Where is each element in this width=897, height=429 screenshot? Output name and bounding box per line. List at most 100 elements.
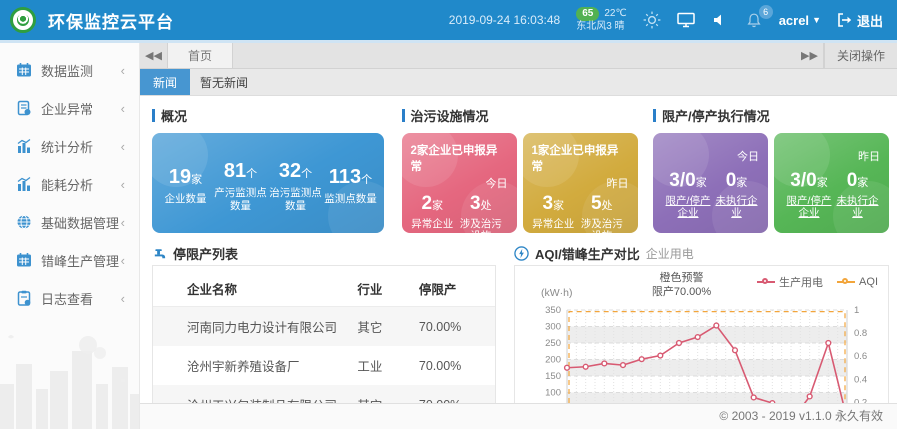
limit-card-today: 今日 3/0家限产/停产企业 0家未执行企业 [653, 133, 768, 233]
app-window: 环保监控云平台 2019-09-24 16:03:48 65 22℃ 东北风3 … [0, 0, 897, 429]
temperature: 22℃ [604, 8, 626, 20]
svg-text:0.4: 0.4 [854, 374, 867, 385]
limit-table-box: 企业名称 行业 停限产 河南同力电力设计有限公司 其它 [152, 265, 496, 403]
clipboard-icon [16, 290, 32, 306]
stat-monitor-points: 113个 监测点数量 [323, 165, 378, 206]
limit-percent-cell: 70.00% [413, 307, 495, 347]
bar-chart-icon [16, 138, 32, 154]
sidebar-item-energy-analysis[interactable]: 能耗分析 ‹ [0, 165, 139, 203]
condition: 晴 [615, 21, 625, 32]
section-title: 限产/停产执行情况 [662, 106, 770, 125]
production-power-chart[interactable]: 350 300 250 200 150 100 1 0.8 0.6 0.4 0.2 [529, 306, 875, 403]
limit-table: 企业名称 行业 停限产 河南同力电力设计有限公司 其它 [153, 270, 495, 403]
lightning-icon [514, 246, 529, 261]
section-marker [402, 109, 405, 122]
legend-item-aqi[interactable]: AQI [837, 274, 878, 290]
column-header: 企业名称 [153, 270, 351, 307]
legend-item-power[interactable]: 生产用电 [757, 274, 823, 290]
limit-list-panel: 停限产列表 企业名称 行业 停限产 [152, 241, 496, 403]
svg-text:150: 150 [545, 371, 561, 382]
industry-cell: 工业 [351, 346, 413, 385]
overview-card: 19家 企业数量 81个 产污监测点数量 32个 治污监测点数量 [152, 133, 384, 233]
notifications-bell-icon[interactable]: 6 [745, 11, 763, 29]
table-row[interactable]: 沧州宇新养殖设备厂 工业 70.00% [153, 346, 495, 385]
tab-bar: ◀◀ 首页 ▶▶ 关闭操作 [140, 43, 897, 69]
chevron-left-icon: ‹ [121, 253, 125, 268]
tab-home[interactable]: 首页 [168, 43, 233, 68]
speaker-icon[interactable] [711, 11, 729, 29]
copyright: © 2003 - 2019 v1.1.0 永久有效 [719, 409, 883, 423]
sidebar-nav: 数据监测 ‹ 企业异常 ‹ 统计分析 ‹ 能耗分析 ‹ 基础数据管理 ‹ [0, 43, 140, 429]
company-name-cell: 河南同力电力设计有限公司 [153, 307, 351, 347]
chart-legend: 生产用电 AQI [757, 274, 878, 290]
faucet-icon [152, 246, 167, 261]
svg-text:350: 350 [545, 306, 561, 316]
weather-widget: 65 22℃ 东北风3 晴 [576, 7, 626, 33]
svg-text:100: 100 [545, 388, 561, 399]
sidebar-item-base-data[interactable]: 基础数据管理 ‹ [0, 203, 139, 241]
datetime: 2019-09-24 16:03:48 [449, 13, 560, 27]
section-pollution-facilities: 治污设施情况 2家企业已申报异常 今日 2家异常企业 3处涉及治污设施 [402, 106, 644, 233]
section-title: 治污设施情况 [411, 106, 489, 125]
aqi-badge: 65 [576, 7, 599, 21]
pollution-card-yesterday: 1家企业已申报异常 昨日 3家异常企业 5处涉及治污设施 [523, 133, 638, 233]
bar-chart-icon [16, 176, 32, 192]
table-row[interactable]: 沧州天兴包装制品有限公司 其它 70.00% [153, 385, 495, 403]
sidebar-item-statistics[interactable]: 统计分析 ‹ [0, 127, 139, 165]
sidebar-item-label: 错峰生产管理 [41, 251, 119, 270]
svg-text:200: 200 [545, 355, 561, 366]
table-row[interactable]: 河南同力电力设计有限公司 其它 70.00% [153, 307, 495, 347]
user-menu[interactable]: acrel ▼ [779, 13, 821, 28]
section-overview: 概况 19家 企业数量 81个 产污监测点数量 32个 [152, 106, 392, 233]
limit-percent-cell: 70.00% [413, 346, 495, 385]
aqi-compare-panel: AQI/错峰生产对比 企业用电 橙色预警 限产70.00% (kW·h) 生产用… [514, 241, 889, 403]
logout-label: 退出 [857, 11, 883, 30]
panel-title: 停限产列表 [173, 244, 238, 263]
content-area: ◀◀ 首页 ▶▶ 关闭操作 新闻 暂无新闻 概况 19家 [140, 43, 897, 429]
industry-cell: 其它 [351, 307, 413, 347]
tabs-scroll-left-button[interactable]: ◀◀ [140, 43, 168, 68]
panel-title: AQI/错峰生产对比 [535, 244, 640, 263]
sidebar-item-label: 统计分析 [41, 137, 93, 156]
tabs-scroll-right-button[interactable]: ▶▶ [796, 43, 824, 68]
close-operations-label: 关闭操作 [837, 47, 885, 64]
chevron-left-icon: ‹ [121, 215, 125, 230]
tab-home-label: 首页 [188, 47, 212, 64]
tab-spacer [233, 43, 796, 68]
chevron-left-icon: ‹ [121, 63, 125, 78]
y-axis-unit-label: (kW·h) [541, 287, 573, 299]
sidebar-item-label: 基础数据管理 [41, 213, 119, 232]
sun-icon [643, 11, 661, 29]
chevron-down-icon: ▼ [812, 15, 821, 25]
svg-text:0.2: 0.2 [854, 397, 867, 403]
section-marker [653, 109, 656, 122]
sidebar-item-company-abnormal[interactable]: 企业异常 ‹ [0, 89, 139, 127]
sidebar-item-label: 能耗分析 [41, 175, 93, 194]
company-name-cell: 沧州天兴包装制品有限公司 [153, 385, 351, 403]
calendar-icon [16, 62, 32, 78]
svg-text:0.8: 0.8 [854, 328, 867, 339]
sidebar-item-label: 数据监测 [41, 61, 93, 80]
svg-text:1: 1 [854, 306, 859, 316]
svg-text:300: 300 [545, 322, 561, 333]
wind: 东北风3 [576, 21, 612, 32]
section-marker [152, 109, 155, 122]
sidebar-item-log-view[interactable]: 日志查看 ‹ [0, 279, 139, 317]
sidebar-item-label: 企业异常 [41, 99, 93, 118]
chevron-left-icon: ‹ [121, 139, 125, 154]
svg-text:250: 250 [545, 338, 561, 349]
sidebar-item-data-monitoring[interactable]: 数据监测 ‹ [0, 51, 139, 89]
chevron-left-icon: ‹ [121, 101, 125, 116]
news-message: 暂无新闻 [200, 69, 248, 95]
dashboard-main: 概况 19家 企业数量 81个 产污监测点数量 32个 [140, 96, 897, 403]
notification-count-badge: 6 [759, 5, 773, 19]
sidebar-item-peak-production[interactable]: 错峰生产管理 ‹ [0, 241, 139, 279]
column-header: 停限产 [413, 270, 495, 307]
news-label: 新闻 [140, 69, 190, 95]
svg-text:0.6: 0.6 [854, 351, 867, 362]
app-logo-icon [10, 7, 36, 33]
company-name-cell: 沧州宇新养殖设备厂 [153, 346, 351, 385]
monitor-icon[interactable] [677, 11, 695, 29]
logout-button[interactable]: 退出 [837, 11, 883, 30]
close-operations-button[interactable]: 关闭操作 [824, 43, 897, 68]
